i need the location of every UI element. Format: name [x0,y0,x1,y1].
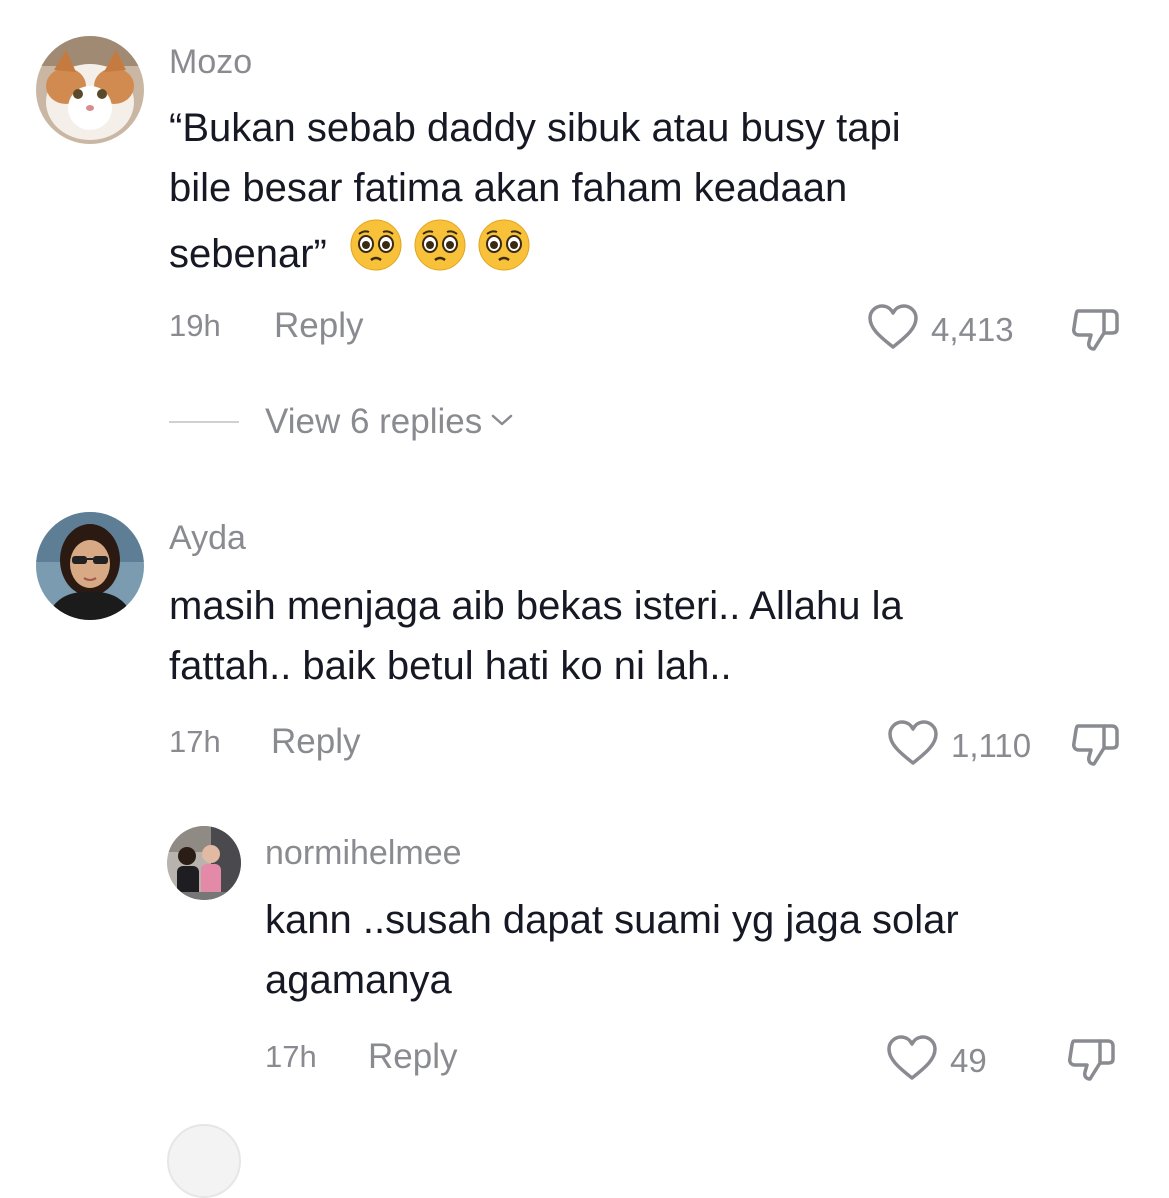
view-replies-button[interactable]: View 6 replies [169,402,514,442]
heart-outline-icon [867,304,919,355]
reply-button[interactable]: Reply [274,306,363,346]
comment-timestamp: 19h [169,308,221,343]
comment-text-line: masih menjaga aib bekas isteri.. Allahu … [169,584,903,628]
comment-text-line-with-emoji: sebenar” [169,218,1129,289]
avatar-mozo[interactable] [36,36,144,144]
like-count: 1,110 [951,726,1032,764]
reply-button[interactable]: Reply [368,1037,457,1077]
group-photo-avatar-image [167,826,241,900]
thumbs-down-icon [1070,309,1122,357]
woman-avatar-image [36,512,144,620]
heart-outline-icon [886,1035,938,1086]
avatar-next-comment[interactable] [167,1124,241,1198]
comment-username[interactable]: Mozo [169,42,252,82]
comment-username[interactable]: Ayda [169,518,246,558]
comment-text-line: sebenar” [169,231,327,276]
thumbs-down-icon [1066,1039,1118,1087]
reply-text-line: agamanya [265,958,452,1002]
comment-text: “Bukan sebab daddy sibuk atau busy tapi … [169,98,1129,289]
pleading-face-emoji [413,218,467,289]
comment-text-line: bile besar fatima akan faham keadaan [169,166,848,210]
like-count: 49 [950,1041,987,1079]
comment-text-line: “Bukan sebab daddy sibuk atau busy tapi [169,106,901,150]
reply-text-line: kann ..susah dapat suami yg jaga solar [265,898,959,942]
avatar-ayda[interactable] [36,512,144,620]
chevron-down-icon [490,412,514,433]
comment-text: masih menjaga aib bekas isteri.. Allahu … [169,576,1129,696]
pleading-face-emoji [349,218,403,289]
thumbs-down-icon [1070,724,1122,772]
comment-text-line: fattah.. baik betul hati ko ni lah.. [169,644,732,688]
reply-username[interactable]: normihelmee [265,833,462,873]
cat-avatar-image [36,36,144,144]
like-count: 4,413 [931,310,1014,348]
like-button[interactable]: 4,413 [867,304,1014,355]
like-button[interactable]: 49 [886,1035,987,1086]
avatar-normihelmee[interactable] [167,826,241,900]
comment-timestamp: 17h [169,724,221,759]
heart-outline-icon [887,720,939,771]
reply-button[interactable]: Reply [271,722,360,762]
view-replies-label: View 6 replies [265,402,483,441]
reply-timestamp: 17h [265,1039,317,1074]
dislike-button[interactable] [1070,720,1122,773]
dislike-button[interactable] [1070,305,1122,358]
like-button[interactable]: 1,110 [887,720,1031,771]
divider [169,421,239,423]
dislike-button[interactable] [1066,1035,1118,1088]
reply-text: kann ..susah dapat suami yg jaga solar a… [265,890,1145,1010]
pleading-face-emoji [477,218,531,289]
